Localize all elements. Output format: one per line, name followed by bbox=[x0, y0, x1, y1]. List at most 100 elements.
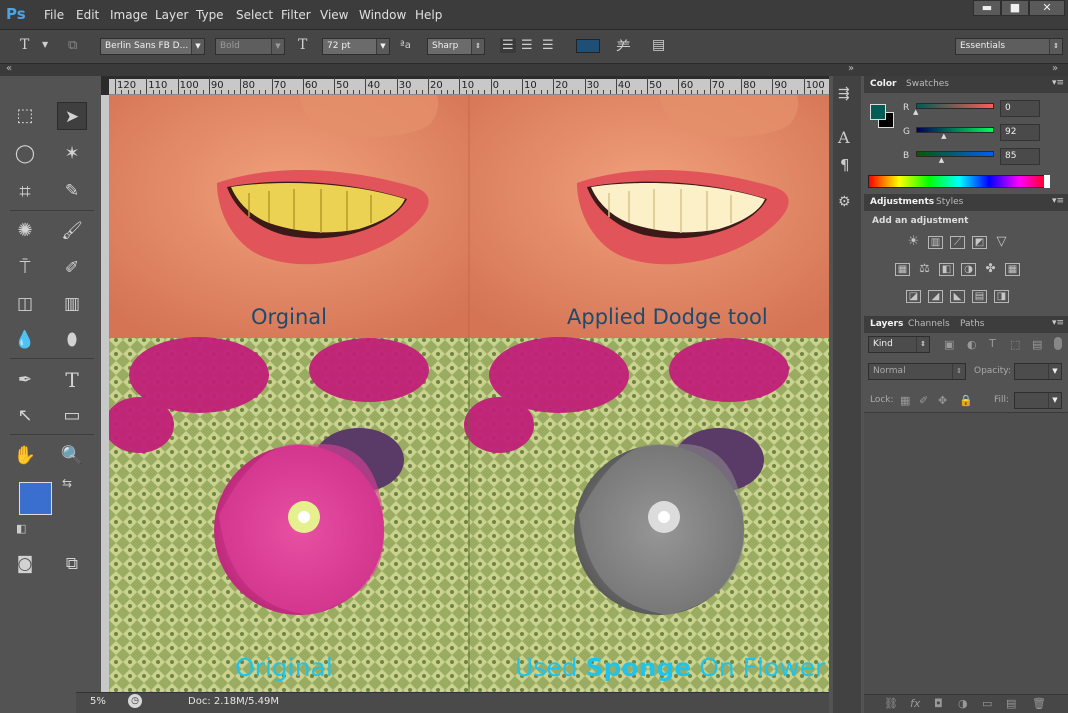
color-spectrum-bar[interactable] bbox=[868, 175, 1050, 188]
filter-adjustment-icon[interactable]: ◐ bbox=[967, 338, 977, 351]
warp-text-icon[interactable]: ⺶ bbox=[616, 36, 631, 57]
spectrum-white[interactable] bbox=[1044, 175, 1050, 188]
channel-g-slider[interactable] bbox=[916, 127, 994, 133]
tab-adjustments[interactable]: Adjustments bbox=[870, 197, 934, 207]
channel-r-slider[interactable] bbox=[916, 103, 994, 109]
collapse-dock-icon[interactable]: » bbox=[848, 63, 854, 74]
tab-channels[interactable]: Channels bbox=[908, 319, 950, 329]
default-colors-icon[interactable]: ◧ bbox=[16, 522, 26, 535]
menu-help[interactable]: Help bbox=[415, 8, 442, 22]
menu-edit[interactable]: Edit bbox=[76, 8, 99, 22]
tab-paths[interactable]: Paths bbox=[960, 319, 984, 329]
crop-tool-icon[interactable]: ⌗ bbox=[10, 177, 40, 205]
lock-image-icon[interactable]: ✐ bbox=[919, 394, 928, 407]
lock-all-icon[interactable]: 🔒 bbox=[959, 394, 973, 407]
dodge-tool-icon[interactable]: ⬮ bbox=[57, 326, 87, 354]
collapse-panels-icon[interactable]: » bbox=[1052, 63, 1058, 74]
gradient-map-icon[interactable]: ▤ bbox=[972, 290, 987, 303]
panel-menu-icon[interactable]: ▾≡ bbox=[1052, 318, 1064, 328]
filter-smart-object-icon[interactable]: ▤ bbox=[1032, 338, 1042, 351]
color-balance-icon[interactable]: ⚖ bbox=[917, 262, 932, 276]
workspace-dropdown[interactable]: Essentials ⇕ bbox=[955, 38, 1063, 55]
tab-styles[interactable]: Styles bbox=[936, 197, 963, 207]
menu-type[interactable]: Type bbox=[196, 8, 224, 22]
photo-filter-icon[interactable]: ◑ bbox=[961, 263, 976, 276]
close-button[interactable]: ✕ bbox=[1029, 0, 1065, 16]
eyedropper-tool-icon[interactable]: ✎ bbox=[57, 177, 87, 205]
invert-icon[interactable]: ◪ bbox=[906, 290, 921, 303]
align-right-icon[interactable]: ☰ bbox=[542, 38, 554, 53]
blur-tool-icon[interactable]: 💧 bbox=[10, 326, 40, 354]
menu-window[interactable]: Window bbox=[359, 8, 406, 22]
type-tool-icon[interactable]: T bbox=[20, 37, 29, 53]
fill-field[interactable]: ▼ bbox=[1014, 392, 1062, 409]
threshold-icon[interactable]: ◣ bbox=[950, 290, 965, 303]
opacity-field[interactable]: ▼ bbox=[1014, 363, 1062, 380]
rectangle-tool-icon[interactable]: ▭ bbox=[57, 402, 87, 430]
link-layers-icon[interactable]: ⛓ bbox=[884, 697, 898, 710]
hand-tool-icon[interactable]: ✋ bbox=[10, 442, 40, 470]
chevron-down-icon[interactable]: ▼ bbox=[42, 40, 48, 49]
menu-select[interactable]: Select bbox=[236, 8, 273, 22]
swap-colors-icon[interactable]: ⇆ bbox=[62, 476, 72, 490]
filter-type-icon[interactable]: T bbox=[989, 337, 996, 350]
collapse-toolbox-icon[interactable]: « bbox=[6, 63, 12, 74]
history-icon[interactable]: ⇶ bbox=[838, 86, 850, 102]
align-center-icon[interactable]: ☰ bbox=[521, 38, 533, 53]
brightness-contrast-icon[interactable]: ☀ bbox=[906, 235, 921, 249]
layers-list[interactable] bbox=[864, 412, 1068, 694]
character-icon[interactable]: A bbox=[838, 128, 850, 147]
minimize-button[interactable]: ▬ bbox=[973, 0, 1001, 16]
color-foreground-swatch[interactable] bbox=[870, 104, 886, 120]
panel-menu-icon[interactable]: ▾≡ bbox=[1052, 78, 1064, 88]
channel-r-value[interactable]: 0 bbox=[1000, 100, 1040, 117]
lock-position-icon[interactable]: ✥ bbox=[938, 394, 947, 407]
lasso-tool-icon[interactable]: ◯ bbox=[10, 140, 40, 168]
exposure-icon[interactable]: ◩ bbox=[972, 236, 987, 249]
hue-saturation-icon[interactable]: ▦ bbox=[895, 263, 910, 276]
tab-color[interactable]: Color bbox=[870, 79, 897, 89]
channel-r-thumb[interactable]: ▲ bbox=[913, 108, 918, 116]
new-adjustment-layer-icon[interactable]: ◑ bbox=[958, 697, 968, 710]
channel-b-slider[interactable] bbox=[916, 151, 994, 157]
paragraph-icon[interactable]: ¶ bbox=[840, 156, 850, 174]
new-layer-icon[interactable]: ▤ bbox=[1006, 697, 1016, 710]
zoom-tool-icon[interactable]: 🔍 bbox=[57, 442, 87, 470]
marquee-tool-icon[interactable]: ⬚ bbox=[10, 102, 40, 130]
channel-g-value[interactable]: 92 bbox=[1000, 124, 1040, 141]
tab-layers[interactable]: Layers bbox=[870, 319, 903, 329]
menu-filter[interactable]: Filter bbox=[281, 8, 311, 22]
menu-image[interactable]: Image bbox=[110, 8, 148, 22]
menu-layer[interactable]: Layer bbox=[155, 8, 188, 22]
text-orientation-icon[interactable]: ⧉ bbox=[68, 38, 77, 53]
add-mask-icon[interactable]: ◘ bbox=[934, 697, 943, 710]
path-selection-tool-icon[interactable]: ↖ bbox=[10, 402, 40, 430]
levels-icon[interactable]: ▥ bbox=[928, 236, 943, 249]
quick-mask-icon[interactable]: ◙ bbox=[10, 550, 40, 578]
status-info-icon[interactable]: ◷ bbox=[128, 694, 142, 708]
selective-color-icon[interactable]: ◨ bbox=[994, 290, 1009, 303]
align-left-icon[interactable]: ☰ bbox=[500, 38, 516, 53]
font-size-dropdown[interactable]: 72 pt ▼ bbox=[322, 38, 390, 55]
filter-pixel-icon[interactable]: ▣ bbox=[944, 338, 954, 351]
spot-healing-tool-icon[interactable]: ✺ bbox=[10, 217, 40, 245]
foreground-color-swatch[interactable] bbox=[19, 482, 52, 515]
curves-icon[interactable]: ⟋ bbox=[950, 236, 965, 249]
lock-transparent-icon[interactable]: ▦ bbox=[900, 394, 910, 407]
layer-style-icon[interactable]: fx bbox=[910, 697, 920, 710]
antialias-dropdown[interactable]: Sharp ⇕ bbox=[427, 38, 485, 55]
tab-swatches[interactable]: Swatches bbox=[906, 79, 949, 89]
brush-tool-icon[interactable]: 🖌 bbox=[57, 217, 87, 245]
clone-stamp-tool-icon[interactable]: ⍑ bbox=[10, 254, 40, 282]
black-white-icon[interactable]: ◧ bbox=[939, 263, 954, 276]
channel-b-value[interactable]: 85 bbox=[1000, 148, 1040, 165]
font-style-dropdown[interactable]: Bold ▼ bbox=[215, 38, 285, 55]
character-panel-icon[interactable]: ▤ bbox=[652, 37, 665, 53]
filter-shape-icon[interactable]: ⬚ bbox=[1010, 338, 1020, 351]
screen-mode-icon[interactable]: ⧉ bbox=[57, 550, 87, 578]
filter-toggle[interactable] bbox=[1054, 337, 1062, 350]
menu-file[interactable]: File bbox=[44, 8, 64, 22]
zoom-level[interactable]: 5% bbox=[90, 696, 106, 707]
new-group-icon[interactable]: ▭ bbox=[982, 697, 992, 710]
delete-layer-icon[interactable]: 🗑 bbox=[1032, 697, 1046, 710]
